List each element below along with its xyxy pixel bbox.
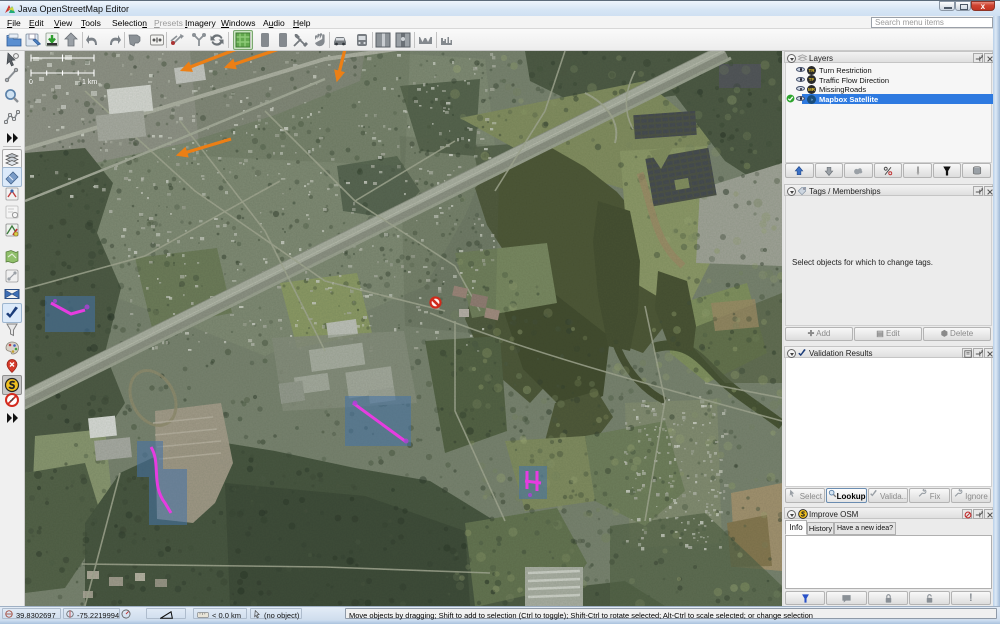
svg-text:1 km: 1 km (82, 79, 97, 86)
svg-text:0: 0 (29, 79, 33, 86)
